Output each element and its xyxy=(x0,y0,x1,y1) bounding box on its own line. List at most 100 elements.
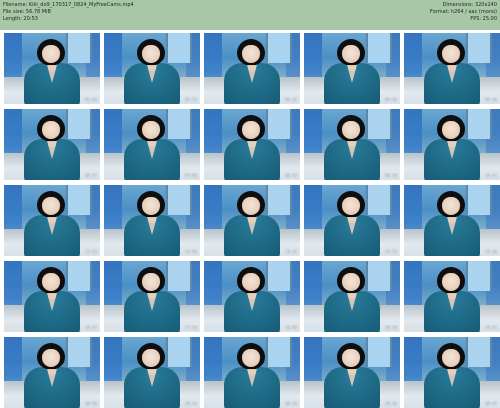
window xyxy=(466,261,492,291)
filename-text: Filename: Kiki_do9_170317_0824_MyFreeCam… xyxy=(3,2,134,8)
face xyxy=(442,273,460,291)
window xyxy=(466,185,492,215)
face xyxy=(42,121,60,139)
metadata-header: Filename: Kiki_do9_170317_0824_MyFreeCam… xyxy=(0,0,500,30)
timestamp: 04:35 xyxy=(384,97,397,102)
window xyxy=(466,109,492,139)
metadata-right: Dimensions: 320x240 Format: h264 / aac (… xyxy=(430,2,497,23)
window xyxy=(466,33,492,63)
timestamp: 02:13 xyxy=(184,97,197,102)
window xyxy=(266,33,292,63)
window xyxy=(266,185,292,215)
timestamp: 19:52 xyxy=(484,325,497,330)
thumbnail: 09:30 xyxy=(304,109,400,180)
window xyxy=(366,109,392,139)
thumbnail-grid: 01:02 02:13 03:24 04:35 05:46 06:57 07:08 08:19… xyxy=(0,30,500,408)
thumbnail: 19:20 xyxy=(304,261,400,332)
thumbnail: 20:25 xyxy=(204,337,300,408)
thumbnail: 20:14 xyxy=(104,337,200,408)
thumbnail: 13:14 xyxy=(204,185,300,256)
metadata-left: Filename: Kiki_do9_170317_0824_MyFreeCam… xyxy=(3,2,134,23)
timestamp: 01:02 xyxy=(84,97,97,102)
timestamp: 18:09 xyxy=(284,325,297,330)
face xyxy=(442,121,460,139)
window xyxy=(166,109,192,139)
thumbnail: 16:47 xyxy=(4,261,100,332)
window xyxy=(366,185,392,215)
timestamp: 20:03 xyxy=(84,401,97,406)
face xyxy=(142,45,160,63)
timestamp: 13:14 xyxy=(284,249,297,254)
window xyxy=(266,261,292,291)
face xyxy=(242,197,260,215)
face xyxy=(242,349,260,367)
timestamp: 03:24 xyxy=(284,97,297,102)
face xyxy=(342,349,360,367)
window xyxy=(366,261,392,291)
timestamp: 20:47 xyxy=(484,401,497,406)
thumbnail: 01:02 xyxy=(4,33,100,104)
window xyxy=(166,185,192,215)
length-text: Length: 20:53 xyxy=(3,16,38,22)
thumbnail: 04:35 xyxy=(304,33,400,104)
timestamp: 06:57 xyxy=(84,173,97,178)
timestamp: 05:46 xyxy=(484,97,497,102)
fps-text: FPS: 25.00 xyxy=(470,16,497,22)
window xyxy=(466,337,492,367)
window xyxy=(166,337,192,367)
timestamp: 20:25 xyxy=(284,401,297,406)
face xyxy=(142,273,160,291)
window xyxy=(366,33,392,63)
dimensions-text: Dimensions: 320x240 xyxy=(442,2,497,8)
face xyxy=(142,197,160,215)
face xyxy=(342,45,360,63)
face xyxy=(42,349,60,367)
face xyxy=(342,197,360,215)
thumbnail: 12:03 xyxy=(104,185,200,256)
window xyxy=(66,185,92,215)
thumbnail: 06:57 xyxy=(4,109,100,180)
face xyxy=(42,197,60,215)
thumbnail: 17:58 xyxy=(104,261,200,332)
window xyxy=(266,109,292,139)
window xyxy=(66,109,92,139)
thumbnail: 11:52 xyxy=(4,185,100,256)
face xyxy=(242,273,260,291)
thumbnail: 07:08 xyxy=(104,109,200,180)
thumbnail: 10:41 xyxy=(404,109,500,180)
thumbnail: 14:25 xyxy=(304,185,400,256)
face xyxy=(142,121,160,139)
window xyxy=(166,33,192,63)
timestamp: 08:19 xyxy=(284,173,297,178)
thumbnail: 20:47 xyxy=(404,337,500,408)
timestamp: 20:36 xyxy=(384,401,397,406)
file-size-text: File size: 56.78 MiB xyxy=(3,9,51,15)
timestamp: 16:47 xyxy=(84,325,97,330)
timestamp: 07:08 xyxy=(184,173,197,178)
face xyxy=(442,45,460,63)
timestamp: 15:36 xyxy=(484,249,497,254)
window xyxy=(66,33,92,63)
window xyxy=(66,261,92,291)
timestamp: 12:03 xyxy=(184,249,197,254)
thumbnail: 08:19 xyxy=(204,109,300,180)
face xyxy=(42,45,60,63)
window xyxy=(266,337,292,367)
face xyxy=(42,273,60,291)
timestamp: 17:58 xyxy=(184,325,197,330)
timestamp: 11:52 xyxy=(84,249,97,254)
thumbnail: 18:09 xyxy=(204,261,300,332)
timestamp: 09:30 xyxy=(384,173,397,178)
window xyxy=(366,337,392,367)
face xyxy=(442,197,460,215)
timestamp: 10:41 xyxy=(484,173,497,178)
thumbnail: 20:03 xyxy=(4,337,100,408)
face xyxy=(142,349,160,367)
face xyxy=(242,45,260,63)
timestamp: 14:25 xyxy=(384,249,397,254)
format-text: Format: h264 / aac (mono) xyxy=(430,9,497,15)
window xyxy=(66,337,92,367)
thumbnail: 05:46 xyxy=(404,33,500,104)
thumbnail: 19:52 xyxy=(404,261,500,332)
thumbnail: 20:36 xyxy=(304,337,400,408)
